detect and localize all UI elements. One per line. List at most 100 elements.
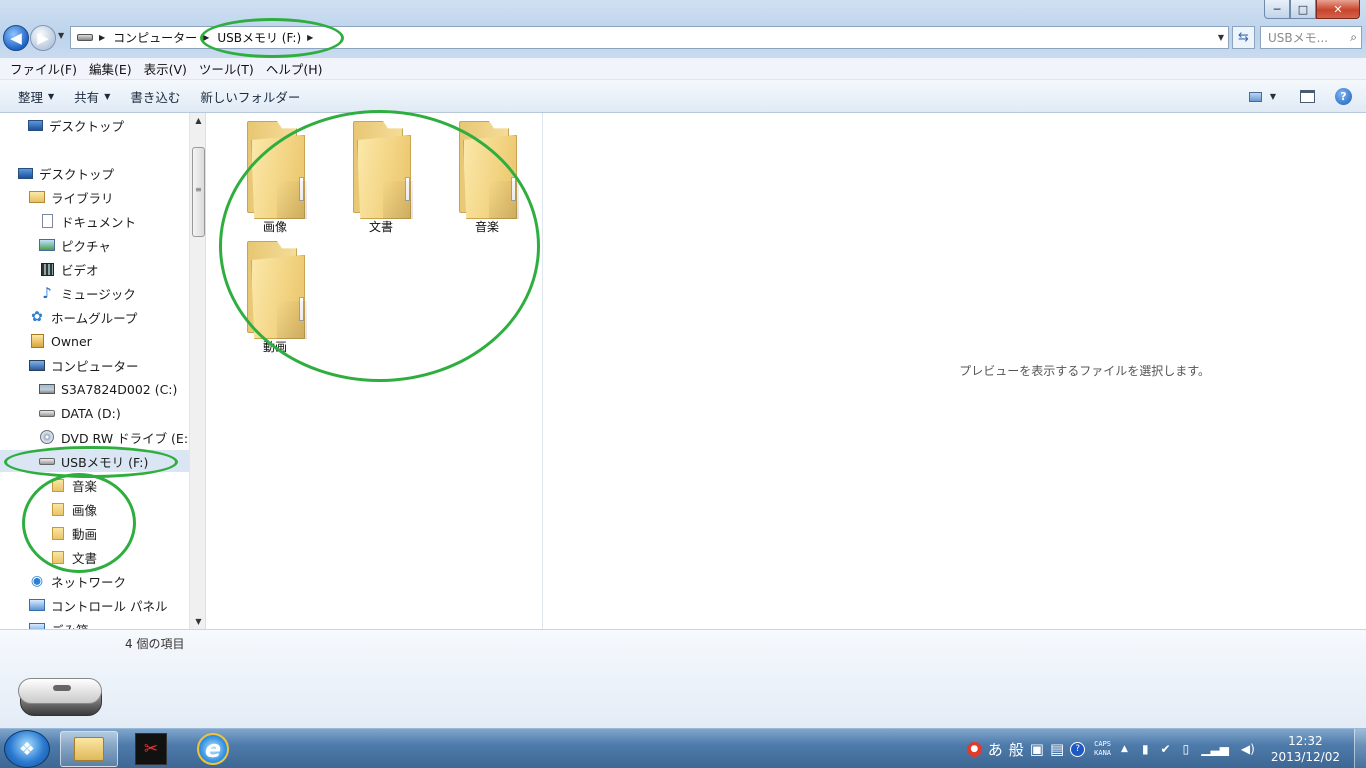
nav-item-homegroup[interactable]: ✿ ホームグループ [29, 306, 137, 328]
organize-button[interactable]: 整理 ▼ [8, 87, 64, 106]
document-icon [41, 214, 53, 228]
item-count: 4 個の項目 [125, 637, 185, 651]
ime-help-icon[interactable]: ? [1070, 741, 1086, 757]
folder-item-music[interactable]: 音楽 [429, 113, 529, 234]
action-center-icon[interactable]: ✔ [1161, 742, 1171, 756]
menu-view[interactable]: 表示(V) [138, 59, 193, 78]
clock[interactable]: 12:32 2013/12/02 [1271, 733, 1340, 765]
chevron-down-icon: ▼ [104, 91, 111, 101]
breadcrumb-computer[interactable]: コンピューター [113, 29, 197, 46]
search-input[interactable]: USBメモ... ⌕ [1260, 26, 1362, 49]
network-signal-icon[interactable]: ▁▃▅ [1201, 742, 1229, 756]
scroll-down-icon[interactable]: ▼ [190, 617, 205, 626]
menu-file[interactable]: ファイル(F) [4, 59, 83, 78]
folder-item-videos[interactable]: 動画 [217, 233, 317, 354]
nav-item-computer[interactable]: コンピューター [29, 354, 139, 376]
search-icon[interactable]: ⌕ [1350, 30, 1357, 45]
nav-item-desktop-favorite[interactable]: デスクトップ [28, 114, 124, 136]
ime-status-icon[interactable]: ● [966, 741, 982, 757]
maximize-button[interactable]: □ [1290, 0, 1316, 19]
command-bar: 整理 ▼ 共有 ▼ 書き込む 新しいフォルダー ▼ ? [0, 80, 1366, 113]
nav-item-label: 動画 [72, 526, 98, 542]
folder-icon [74, 737, 104, 761]
chevron-right-icon[interactable]: ▶ [307, 33, 313, 42]
folder-label: 文書 [368, 220, 393, 234]
drive-icon [39, 409, 55, 417]
preview-pane-toggle-icon[interactable] [1300, 90, 1315, 103]
nav-item-desktop[interactable]: デスクトップ [18, 162, 114, 184]
nav-item-label: DVD RW ドライブ (E:) [61, 430, 193, 446]
nav-item-drive-d[interactable]: DATA (D:) [39, 402, 121, 424]
nav-item-network[interactable]: ◉ ネットワーク [29, 570, 126, 592]
new-folder-button[interactable]: 新しいフォルダー [190, 87, 310, 106]
device-icon[interactable]: ▮ [1142, 742, 1149, 756]
menu-tools[interactable]: ツール(T) [193, 59, 260, 78]
music-icon: ♪ [42, 284, 52, 302]
nav-item-music[interactable]: ♪ ミュージック [39, 282, 136, 304]
organize-label: 整理 [18, 89, 44, 105]
breadcrumb-usb-drive[interactable]: USBメモリ (F:) [217, 29, 301, 46]
scroll-grip-icon: ≡ [195, 185, 202, 194]
nav-item-folder-images[interactable]: 画像 [50, 498, 97, 520]
nav-item-pictures[interactable]: ピクチャ [39, 234, 111, 256]
start-button[interactable]: ❖ [4, 730, 50, 768]
nav-item-drive-c[interactable]: S3A7824D002 (C:) [39, 378, 177, 400]
nav-item-owner[interactable]: Owner [29, 330, 92, 352]
dvd-drive-icon [40, 430, 54, 444]
recent-pages-dropdown[interactable]: ▼ [58, 31, 64, 40]
nav-item-label: 音楽 [72, 478, 98, 494]
forward-button[interactable]: ▶ [30, 25, 56, 51]
nav-item-recycle-bin[interactable]: ごみ箱 [29, 618, 89, 629]
close-button[interactable]: ✕ [1316, 0, 1360, 19]
back-button[interactable]: ◀ [3, 25, 29, 51]
change-view-icon[interactable] [1248, 91, 1262, 102]
refresh-button[interactable]: ⇆ [1232, 26, 1255, 49]
nav-item-folder-docs[interactable]: 文書 [50, 546, 97, 568]
address-dropdown-icon[interactable]: ▼ [1218, 33, 1224, 42]
taskbar-app-tool[interactable]: ✂ [122, 731, 180, 767]
taskbar-internet-explorer[interactable]: e [184, 731, 242, 767]
ime-dictionary-icon[interactable]: ▣ [1030, 740, 1044, 758]
folder-icon [247, 121, 307, 219]
help-icon[interactable]: ? [1335, 88, 1352, 105]
drive-icon [77, 34, 93, 41]
nav-item-control-panel[interactable]: コントロール パネル [29, 594, 167, 616]
folder-item-images[interactable]: 画像 [217, 113, 317, 234]
nav-item-label: ミュージック [61, 286, 136, 302]
menu-edit[interactable]: 編集(E) [83, 59, 138, 78]
burn-button[interactable]: 書き込む [120, 87, 190, 106]
volume-icon[interactable]: ◀) [1241, 742, 1255, 756]
taskbar-explorer[interactable] [60, 731, 118, 767]
safely-remove-icon[interactable]: ▯ [1183, 742, 1190, 756]
address-bar[interactable]: ▶ コンピューター ▶ USBメモリ (F:) ▶ ▼ [70, 26, 1229, 49]
ime-tools-icon[interactable]: ▤ [1050, 740, 1064, 758]
nav-item-documents[interactable]: ドキュメント [39, 210, 136, 232]
preview-pane: プレビューを表示するファイルを選択します。 [544, 113, 1366, 629]
ime-conversion-mode[interactable]: 般 [1009, 739, 1024, 760]
nav-scrollbar[interactable]: ▲ ≡ ▼ [189, 113, 205, 629]
folder-icon [247, 241, 307, 339]
share-button[interactable]: 共有 ▼ [64, 87, 120, 106]
ime-input-mode[interactable]: あ [988, 739, 1003, 760]
show-hidden-icons-icon[interactable]: ▲ [1121, 744, 1128, 754]
folder-icon [52, 478, 64, 492]
nav-item-library[interactable]: ライブラリ [29, 186, 114, 208]
chevron-right-icon[interactable]: ▶ [203, 33, 209, 42]
nav-item-folder-videos[interactable]: 動画 [50, 522, 97, 544]
show-desktop-button[interactable] [1354, 729, 1366, 768]
nav-item-label: ホームグループ [51, 310, 138, 326]
view-options-dropdown-icon[interactable]: ▼ [1270, 92, 1276, 101]
menu-help[interactable]: ヘルプ(H) [260, 59, 329, 78]
chevron-right-icon[interactable]: ▶ [99, 33, 105, 42]
nav-item-label: ライブラリ [51, 190, 114, 206]
nav-item-usb-drive[interactable]: USBメモリ (F:) [0, 450, 189, 472]
folder-item-docs[interactable]: 文書 [323, 113, 423, 234]
nav-item-folder-music[interactable]: 音楽 [50, 474, 97, 496]
share-label: 共有 [74, 89, 100, 105]
nav-item-drive-e[interactable]: DVD RW ドライブ (E:) [39, 426, 193, 448]
scroll-up-icon[interactable]: ▲ [190, 116, 205, 125]
kana-label: KANA [1094, 749, 1112, 757]
minimize-button[interactable]: ─ [1264, 0, 1290, 19]
preview-message: プレビューを表示するファイルを選択します。 [959, 364, 1210, 378]
nav-item-videos[interactable]: ビデオ [39, 258, 99, 280]
